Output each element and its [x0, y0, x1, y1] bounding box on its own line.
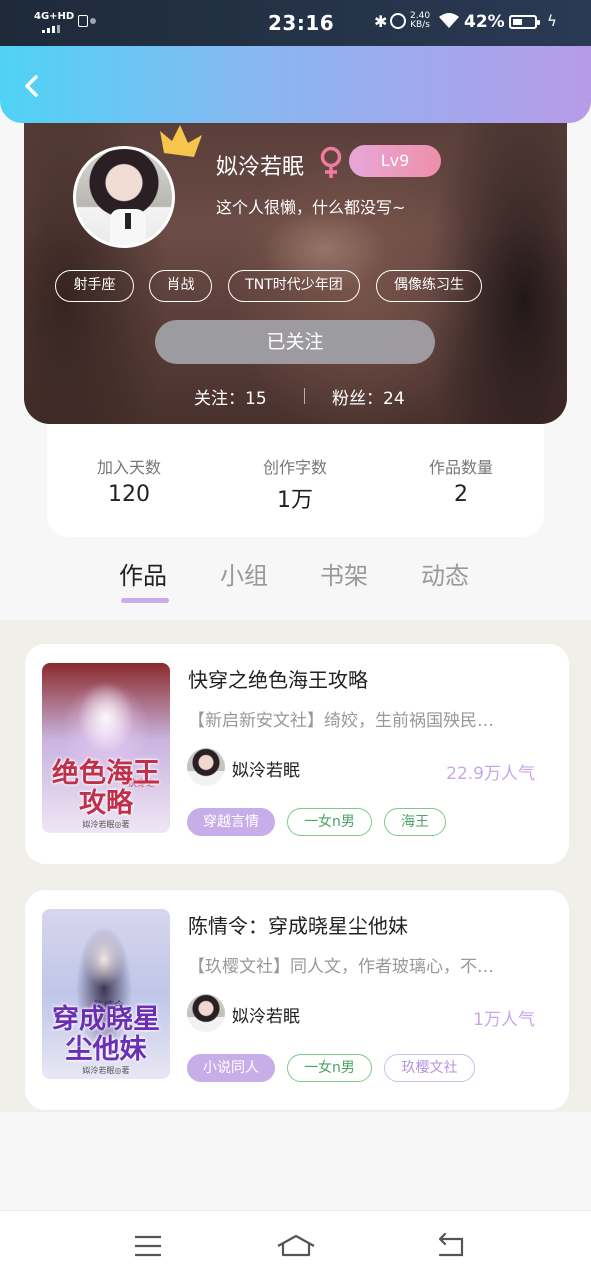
popularity: 22.9万人气	[446, 764, 535, 784]
active-tab-indicator	[121, 598, 169, 603]
network-speed: 2.40 KB/s	[410, 11, 431, 30]
battery-icon	[509, 15, 540, 29]
tab-groups[interactable]: 小组	[220, 556, 268, 591]
author-name: 姒泠若眠	[232, 1007, 300, 1027]
bluetooth-icon: ✱	[374, 12, 388, 31]
signal-icon	[42, 25, 60, 33]
status-bar: 4G+HD 23:16 ✱ 2.40 KB/s 42% ϟ	[0, 0, 591, 46]
profile-page: 4G+HD 23:16 ✱ 2.40 KB/s 42% ϟ 姒泠若眠 Lv9 这…	[0, 0, 591, 1280]
content-tabs: 作品 小组 书架 动态	[0, 552, 591, 612]
username: 姒泠若眠	[216, 155, 305, 180]
back-nav-icon[interactable]	[430, 1231, 470, 1261]
wifi-icon	[439, 13, 459, 28]
book-tag[interactable]: 小说同人	[187, 1054, 275, 1082]
book-title[interactable]: 陈情令：穿成晓星尘他妹	[188, 910, 408, 939]
menu-icon[interactable]	[128, 1231, 168, 1261]
alarm-icon	[390, 13, 406, 29]
author-avatar	[187, 994, 225, 1032]
book-description: 【玖樱文社】同人文，作者玻璃心，不…	[188, 957, 494, 977]
book-card[interactable]: 陈情令 穿成晓星尘他妹 姒泠若眠◎著 陈情令：穿成晓星尘他妹 【玖樱文社】同人文…	[25, 890, 569, 1110]
book-tag[interactable]: 一女n男	[287, 808, 372, 836]
charging-icon: ϟ	[547, 12, 557, 30]
level-badge: Lv9	[349, 145, 441, 177]
book-tag[interactable]: 穿越言情	[187, 808, 275, 836]
book-description: 【新启新安文社】绮姣，生前祸国殃民…	[188, 711, 494, 731]
works-list: 快穿之 绝色海王攻略 姒泠若眠◎著 快穿之绝色海王攻略 【新启新安文社】绮姣，生…	[0, 620, 591, 1112]
divider	[304, 388, 305, 404]
fans-count[interactable]: 粉丝：24	[332, 384, 405, 409]
tab-works[interactable]: 作品	[119, 556, 167, 591]
crown-icon	[160, 125, 202, 157]
stat-join-days: 加入天数 120	[96, 458, 161, 507]
interest-tag[interactable]: 偶像练习生	[376, 270, 482, 302]
back-icon[interactable]	[18, 72, 46, 100]
nfc-icon	[78, 15, 88, 27]
home-icon[interactable]	[276, 1231, 316, 1261]
avatar[interactable]	[73, 146, 175, 248]
interest-tag[interactable]: 射手座	[55, 270, 134, 302]
follow-stats: 关注：15 粉丝：24	[0, 384, 591, 409]
bio: 这个人很懒，什么都没写~	[216, 198, 406, 217]
interest-tag[interactable]: 肖战	[149, 270, 212, 302]
interest-tags: 射手座 肖战 TNT时代少年团 偶像练习生	[0, 270, 591, 302]
book-title[interactable]: 快穿之绝色海王攻略	[188, 664, 368, 693]
battery-percent: 42%	[464, 12, 505, 32]
stat-word-count: 创作字数 1万	[262, 458, 327, 513]
book-cover[interactable]: 快穿之 绝色海王攻略 姒泠若眠◎著	[42, 663, 170, 833]
tab-activity[interactable]: 动态	[421, 556, 469, 591]
book-tag[interactable]: 一女n男	[287, 1054, 372, 1082]
female-icon	[320, 146, 342, 178]
popularity: 1万人气	[473, 1010, 535, 1030]
notification-dot-icon	[90, 18, 96, 24]
follow-button[interactable]: 已关注	[155, 320, 435, 364]
following-count[interactable]: 关注：15	[194, 384, 267, 409]
clock: 23:16	[268, 11, 335, 35]
system-nav-bar	[0, 1210, 591, 1280]
stat-works-count: 作品数量 2	[428, 458, 493, 507]
tab-bookshelf[interactable]: 书架	[320, 556, 368, 591]
header-bar	[0, 46, 591, 123]
author-avatar	[187, 748, 225, 786]
book-tag[interactable]: 海王	[384, 808, 446, 836]
interest-tag[interactable]: TNT时代少年团	[228, 270, 360, 302]
stats-card: 加入天数 120 创作字数 1万 作品数量 2	[47, 424, 544, 537]
author-name: 姒泠若眠	[232, 761, 300, 781]
book-card[interactable]: 快穿之 绝色海王攻略 姒泠若眠◎著 快穿之绝色海王攻略 【新启新安文社】绮姣，生…	[25, 644, 569, 864]
network-type: 4G+HD	[34, 11, 75, 22]
book-cover[interactable]: 陈情令 穿成晓星尘他妹 姒泠若眠◎著	[42, 909, 170, 1079]
book-tag[interactable]: 玖樱文社	[384, 1054, 475, 1082]
